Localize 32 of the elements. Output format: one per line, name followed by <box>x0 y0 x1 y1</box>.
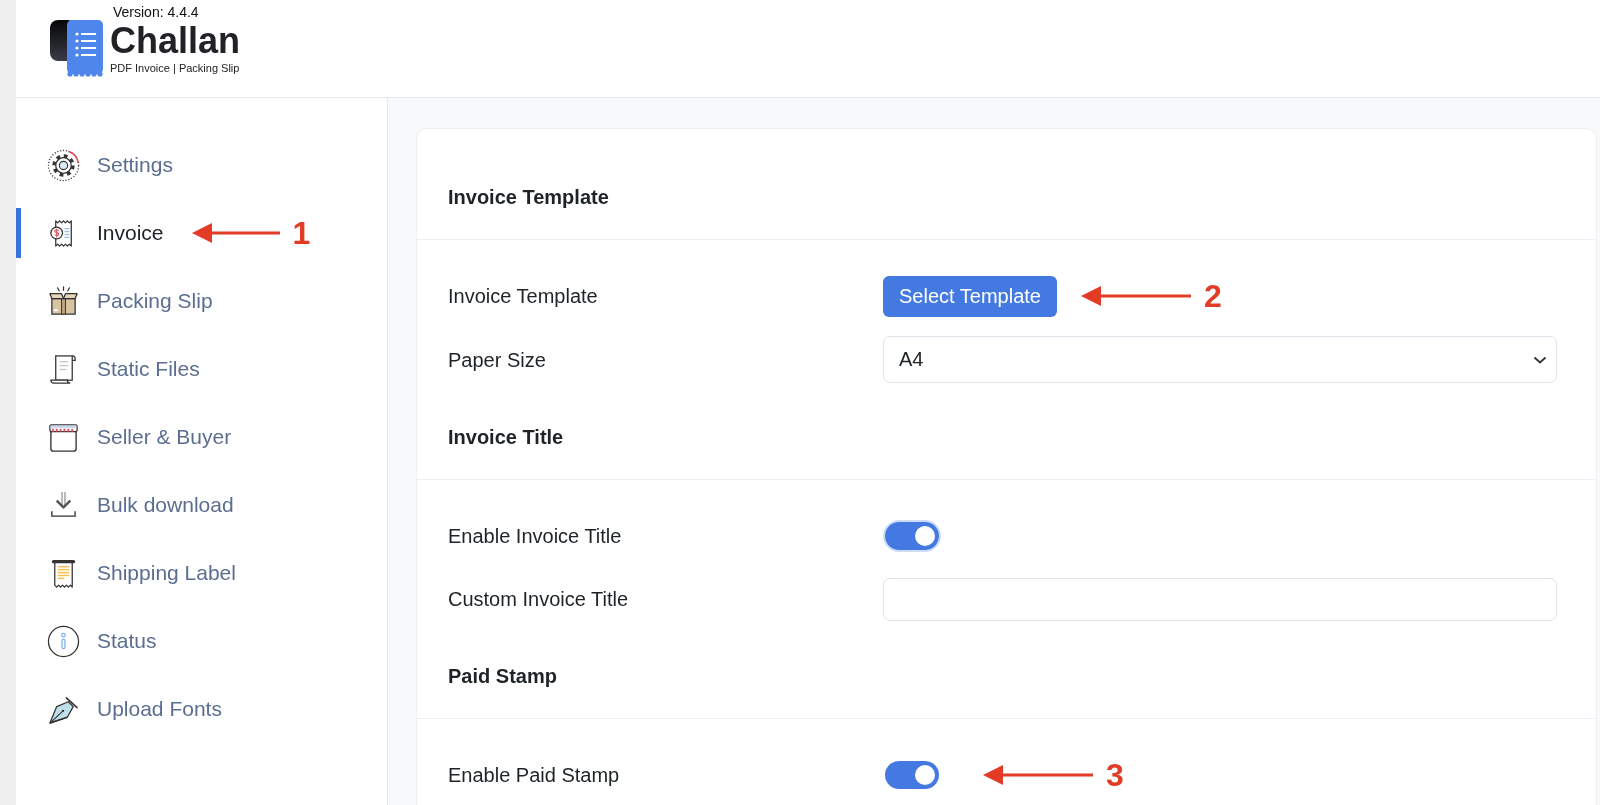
version-label: Version: 4.4.4 <box>113 4 199 20</box>
action-button[interactable]: Select Template <box>883 275 1057 317</box>
section-heading: Invoice Title <box>448 425 564 449</box>
sidebar-item[interactable]: Packing Slip <box>16 267 221 335</box>
sidebar-item[interactable]: Seller & Buyer <box>16 403 240 471</box>
toggle-switch[interactable] <box>885 761 939 789</box>
section-heading: Invoice Template <box>448 185 609 209</box>
section-heading: Paid Stamp <box>448 664 557 688</box>
field-label: Paper Size <box>448 347 546 372</box>
field-label: Custom Invoice Title <box>448 587 629 611</box>
annotation-number: 3 <box>1106 759 1124 791</box>
annotation-number: 1 <box>292 217 311 249</box>
annotation-number: 2 <box>1203 280 1222 312</box>
gear-icon <box>47 148 80 182</box>
dropdown-select[interactable]: A4 <box>883 336 1557 383</box>
sidebar-item[interactable]: Shipping Label <box>16 539 244 607</box>
sidebar-item[interactable]: Invoice <box>16 199 172 267</box>
sidebar-item[interactable]: Upload Fonts <box>16 675 230 743</box>
field-label: Enable Invoice Title <box>448 524 622 548</box>
chevron-down-icon <box>1533 355 1547 364</box>
sidebar-item[interactable]: Settings <box>16 131 181 199</box>
receipt-logo-icon <box>50 20 103 77</box>
field-label: Invoice Template <box>448 284 598 308</box>
text-input[interactable] <box>883 577 1557 621</box>
sidebar-item[interactable]: Static Files <box>16 335 208 403</box>
info-icon <box>47 624 80 658</box>
sidebar-item[interactable]: Bulk download <box>16 471 242 539</box>
box-icon <box>47 284 80 318</box>
sidebar-item[interactable]: Status <box>16 607 165 675</box>
brand-name: Challan <box>110 22 241 60</box>
field-label: Enable Paid Stamp <box>448 763 620 787</box>
brand-tagline: PDF Invoice | Packing Slip <box>110 62 240 75</box>
